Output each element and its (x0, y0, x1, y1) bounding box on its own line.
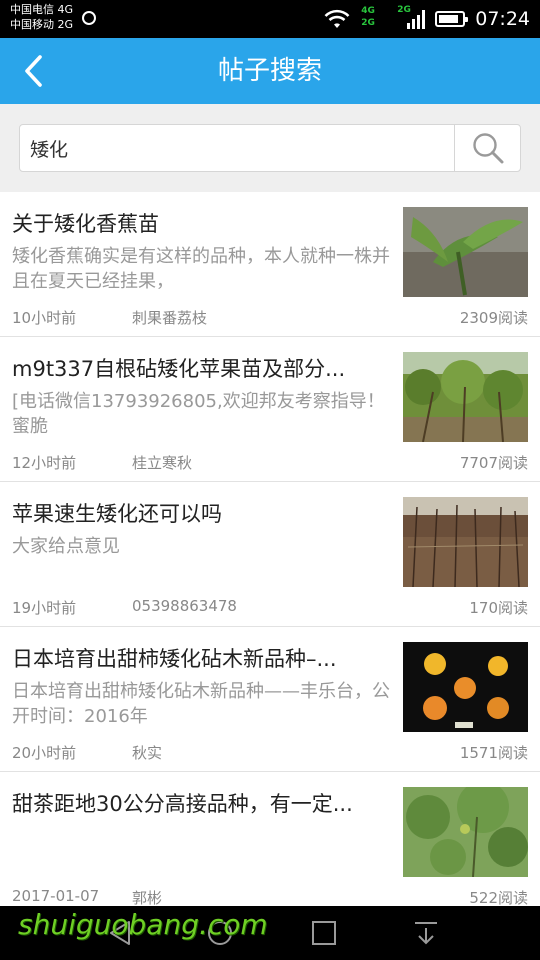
post-thumbnail (403, 787, 528, 877)
post-thumbnail (403, 352, 528, 442)
nav-recents-icon[interactable] (309, 918, 339, 948)
status-icons: 4G 2G 2G 07:24 (323, 4, 530, 34)
sim-ring-icon (82, 11, 96, 25)
post-excerpt: 日本培育出甜柿矮化砧木新品种——丰乐台，公开时间：2016年 (12, 681, 390, 727)
search-button[interactable] (454, 125, 520, 171)
post-author: 05398863478 (132, 597, 237, 615)
post-title: 关于矮化香蕉苗 (12, 212, 159, 236)
net-4g-label: 4G (361, 6, 375, 16)
post-time: 12小时前 (12, 454, 77, 472)
post-title: 日本培育出甜柿矮化砧木新品种–... (12, 647, 337, 671)
post-read-count: 2309阅读 (459, 309, 528, 327)
app-header: 帖子搜索 (0, 38, 540, 104)
post-thumbnail (403, 207, 528, 297)
carrier-2: 中国移动 2G (10, 18, 74, 31)
nav-dropdown-icon[interactable] (411, 918, 441, 948)
post-item[interactable]: 甜茶距地30公分高接品种，有一定... 2017-01-07 郭彬 522阅读 (0, 772, 540, 917)
post-item[interactable]: 关于矮化香蕉苗 矮化香蕉确实是有这样的品种，本人就种一株并且在夏天已经挂果， 1… (0, 192, 540, 337)
net-2g-label-b: 2G (397, 5, 411, 15)
post-author: 郭彬 (132, 889, 163, 907)
carrier-1: 中国电信 4G (10, 3, 74, 16)
post-time: 20小时前 (12, 744, 77, 762)
post-read-count: 522阅读 (469, 889, 528, 907)
post-list: 关于矮化香蕉苗 矮化香蕉确实是有这样的品种，本人就种一株并且在夏天已经挂果， 1… (0, 192, 540, 917)
post-excerpt (12, 824, 394, 874)
post-title: m9t337自根砧矮化苹果苗及部分... (12, 357, 346, 381)
post-title: 甜茶距地30公分高接品种，有一定... (12, 792, 353, 816)
post-item[interactable]: 日本培育出甜柿矮化砧木新品种–... 日本培育出甜柿矮化砧木新品种——丰乐台，公… (0, 627, 540, 772)
search-input[interactable] (30, 125, 450, 171)
post-read-count: 170阅读 (469, 599, 528, 617)
carrier-info: 中国电信 4G 中国移动 2G (10, 2, 73, 32)
battery-level (439, 15, 458, 23)
post-excerpt: 矮化香蕉确实是有这样的品种，本人就种一株并且在夏天已经挂果， (12, 246, 390, 292)
post-time: 10小时前 (12, 309, 77, 327)
post-thumbnail (403, 497, 528, 587)
post-excerpt: [电话微信13793926805,欢迎邦友考察指导！ 蜜脆 (12, 391, 385, 437)
network-type-icon: 4G 2G (361, 6, 391, 32)
post-author: 秋实 (132, 744, 163, 762)
post-time: 2017-01-07 (12, 887, 100, 905)
wifi-icon (324, 9, 350, 28)
search-icon (472, 133, 503, 164)
post-author: 刺果番荔枝 (132, 309, 208, 327)
search-bar (0, 104, 540, 192)
post-item[interactable]: m9t337自根砧矮化苹果苗及部分... [电话微信13793926805,欢迎… (0, 337, 540, 482)
page-title: 帖子搜索 (217, 56, 322, 86)
search-box (19, 124, 521, 172)
net-2g-label: 2G (361, 18, 375, 28)
status-bar: 中国电信 4G 中国移动 2G 4G 2G 2G 07:24 (0, 0, 540, 38)
battery-icon (435, 11, 469, 27)
post-item[interactable]: 苹果速生矮化还可以吗 大家给点意见 19小时前 05398863478 170阅… (0, 482, 540, 627)
post-time: 19小时前 (12, 599, 77, 617)
post-read-count: 1571阅读 (459, 744, 528, 762)
post-title: 苹果速生矮化还可以吗 (12, 502, 222, 526)
signal-group: 2G (397, 5, 426, 29)
site-watermark: shuiguobang.com (18, 908, 268, 941)
post-thumbnail (403, 642, 528, 732)
clock: 07:24 (475, 8, 530, 30)
post-read-count: 7707阅读 (459, 454, 528, 472)
post-author: 桂立寒秋 (132, 454, 193, 472)
post-excerpt: 大家给点意见 (12, 536, 120, 557)
